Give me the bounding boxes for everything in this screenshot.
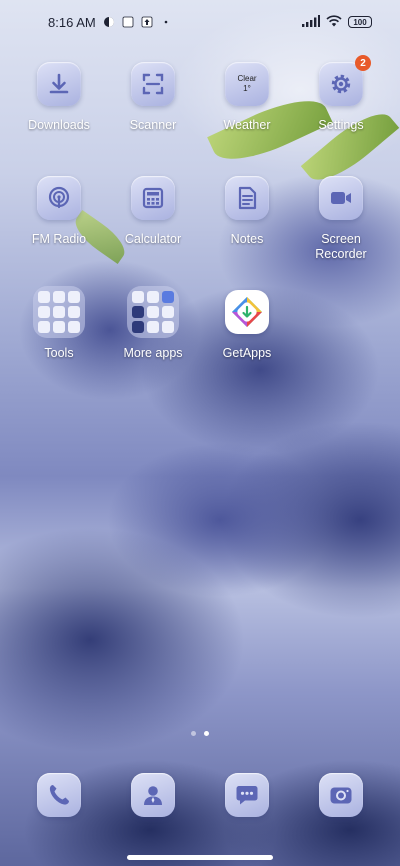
- wifi-icon: [326, 14, 342, 30]
- gear-icon: 2: [319, 55, 371, 106]
- dock-phone[interactable]: [12, 773, 106, 823]
- mini-app-icon: [162, 291, 174, 303]
- app-getapps[interactable]: GetApps: [200, 290, 294, 388]
- signal-icon: [302, 14, 320, 30]
- mini-app-icon: [162, 321, 174, 333]
- mini-app-icon: [38, 321, 50, 333]
- status-time: 8:16 AM: [48, 14, 96, 30]
- app-settings[interactable]: 2 Settings: [294, 55, 388, 160]
- upload-icon: [141, 16, 153, 28]
- app-label: Weather: [223, 118, 271, 132]
- mini-app-icon: [132, 321, 144, 333]
- mini-app-icon: [68, 291, 80, 303]
- app-fm-radio[interactable]: FM Radio: [12, 176, 106, 274]
- app-label: Notes: [230, 232, 264, 246]
- messages-icon: [225, 773, 269, 817]
- weather-temperature: 1°: [243, 84, 251, 93]
- app-downloads[interactable]: Downloads: [12, 62, 106, 160]
- app-scanner[interactable]: Scanner: [106, 62, 200, 160]
- mini-app-icon: [132, 291, 144, 303]
- mini-app-icon: [53, 321, 65, 333]
- mini-app-icon: [132, 306, 144, 318]
- page-indicator: [0, 731, 400, 736]
- weather-condition: Clear: [237, 74, 257, 83]
- weather-icon: Clear 1°: [225, 62, 269, 106]
- phone-icon: [37, 773, 81, 817]
- notification-badge: 2: [355, 55, 371, 71]
- home-gesture-bar[interactable]: [127, 855, 273, 860]
- app-grid: Downloads Scanner Clear 1° Weather 2 Set…: [0, 55, 400, 388]
- contacts-icon: [131, 773, 175, 817]
- mini-app-icon: [53, 306, 65, 318]
- folder-icon: [127, 286, 179, 338]
- app-notes[interactable]: Notes: [200, 176, 294, 274]
- video-camera-icon: [319, 176, 363, 220]
- mini-app-icon: [38, 306, 50, 318]
- mini-app-icon: [147, 291, 159, 303]
- page-dot: [191, 731, 196, 736]
- mini-app-icon: [38, 291, 50, 303]
- data-saver-icon: [103, 16, 115, 28]
- dock-contacts[interactable]: [106, 773, 200, 823]
- app-label: Screen Recorder: [315, 232, 367, 261]
- app-label: Tools: [44, 346, 74, 360]
- camera-icon: [319, 773, 363, 817]
- app-calculator[interactable]: Calculator: [106, 176, 200, 274]
- battery-icon: 100: [348, 16, 372, 28]
- notification-square-icon: [122, 16, 134, 28]
- app-label: Calculator: [124, 232, 182, 246]
- mini-app-icon: [68, 306, 80, 318]
- app-label: FM Radio: [31, 232, 87, 246]
- dot-icon: [160, 16, 172, 28]
- folder-more-apps[interactable]: More apps: [106, 286, 200, 388]
- dock-camera[interactable]: [294, 773, 388, 823]
- status-bar: 8:16 AM 100: [0, 0, 400, 44]
- folder-icon: [33, 286, 85, 338]
- app-label: Settings: [318, 118, 364, 132]
- app-label: Scanner: [129, 118, 177, 132]
- app-label: Downloads: [28, 118, 90, 132]
- getapps-icon: [225, 290, 269, 334]
- app-weather[interactable]: Clear 1° Weather: [200, 62, 294, 160]
- dock: [0, 773, 400, 823]
- scanner-icon: [131, 62, 175, 106]
- calculator-icon: [131, 176, 175, 220]
- folder-tools[interactable]: Tools: [12, 286, 106, 388]
- app-label: More apps: [123, 346, 183, 360]
- mini-app-icon: [53, 291, 65, 303]
- mini-app-icon: [162, 306, 174, 318]
- mini-app-icon: [147, 306, 159, 318]
- app-screen-recorder[interactable]: Screen Recorder: [294, 176, 388, 274]
- dock-messages[interactable]: [200, 773, 294, 823]
- app-label: GetApps: [222, 346, 272, 360]
- radio-icon: [37, 176, 81, 220]
- page-dot-active: [204, 731, 209, 736]
- download-icon: [37, 62, 81, 106]
- mini-app-icon: [147, 321, 159, 333]
- mini-app-icon: [68, 321, 80, 333]
- notes-icon: [225, 176, 269, 220]
